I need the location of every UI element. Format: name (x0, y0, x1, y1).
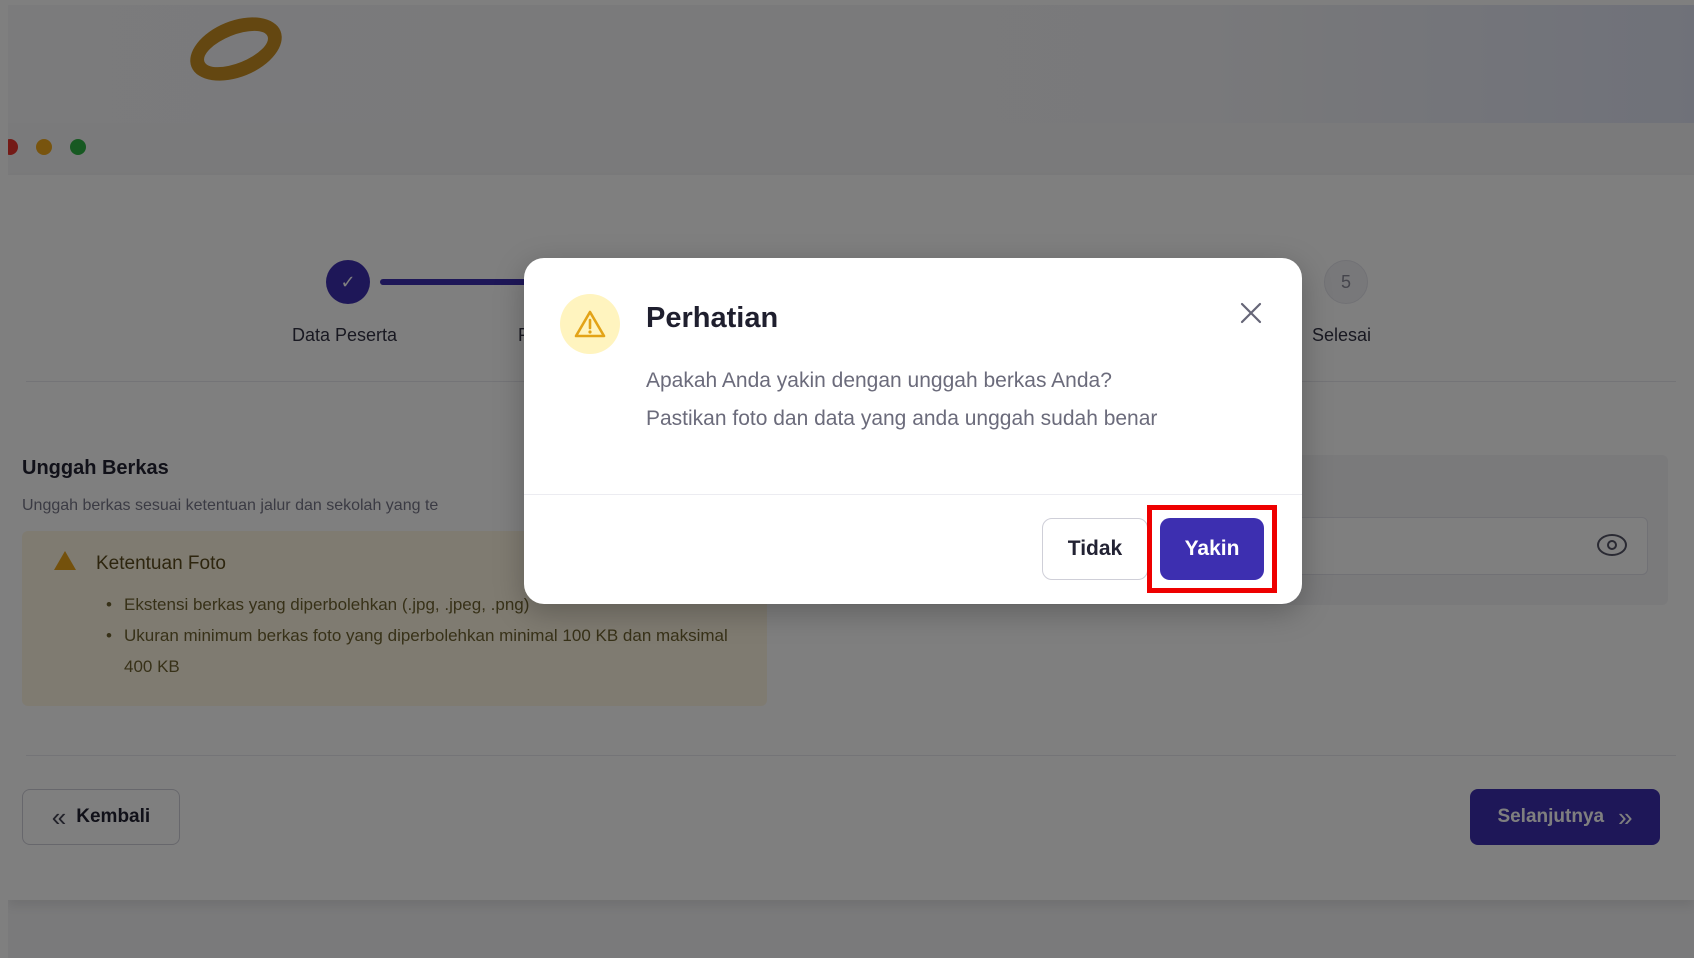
dialog-message-line-1: Apakah Anda yakin dengan unggah berkas A… (646, 369, 1112, 392)
confirm-button[interactable]: Yakin (1160, 518, 1264, 580)
dialog-title: Perhatian (646, 302, 779, 334)
confirmation-dialog: Perhatian Apakah Anda yakin dengan ungga… (524, 258, 1302, 604)
warning-icon (560, 294, 620, 354)
dialog-divider (524, 494, 1302, 495)
cancel-button[interactable]: Tidak (1042, 518, 1148, 580)
dialog-message-line-2: Pastikan foto dan data yang anda unggah … (646, 407, 1158, 430)
dialog-message: Apakah Anda yakin dengan unggah berkas A… (646, 362, 1266, 438)
close-icon[interactable] (1236, 298, 1266, 328)
